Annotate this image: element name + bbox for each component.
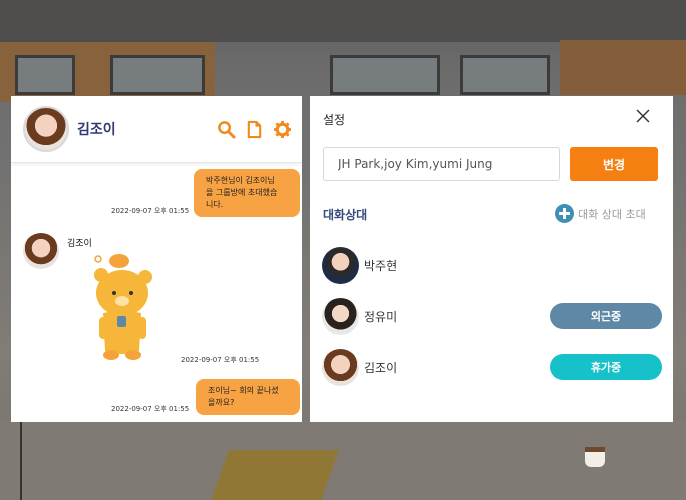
chat-window: 김조이 박주현님이 김조이님 을 그룹방에 초대했습 니다. 2022-09-0… xyxy=(11,96,302,422)
avatar xyxy=(322,246,359,284)
header-actions xyxy=(217,120,292,139)
message-text: 조이님~ 회의 끝나셨 xyxy=(208,386,279,395)
status-badge[interactable]: 휴가중 xyxy=(550,354,662,380)
sender-name: 김조이 xyxy=(67,239,92,249)
message-bubble: 조이님~ 회의 끝나셨 을까요? xyxy=(196,379,300,415)
chat-title: 김조이 xyxy=(77,122,116,138)
message-text: 박주현님이 김조이님 xyxy=(206,176,275,185)
message-bubble: 박주현님이 김조이님 을 그룹방에 초대했습 니다. xyxy=(194,169,300,217)
avatar xyxy=(322,297,359,335)
file-icon[interactable] xyxy=(245,120,264,139)
message-list[interactable]: 박주현님이 김조이님 을 그룹방에 초대했습 니다. 2022-09-07 오후… xyxy=(11,163,302,422)
settings-title: 설정 xyxy=(323,113,346,127)
member-row[interactable]: 박주현 xyxy=(322,246,662,284)
message-text: 을 그룹방에 초대했습 xyxy=(206,188,278,197)
gear-icon[interactable] xyxy=(273,120,292,139)
close-icon[interactable] xyxy=(635,108,651,124)
status-badge[interactable]: 외근중 xyxy=(550,303,662,329)
change-button[interactable]: 변경 xyxy=(570,147,658,181)
member-name: 김조이 xyxy=(364,360,398,375)
settings-panel: 설정 변경 대화상대 대화 상대 초대 박주현 정유미 외근중 김조이 휴가중 xyxy=(310,96,673,422)
section-label: 대화상대 xyxy=(323,208,368,222)
member-row[interactable]: 김조이 휴가중 xyxy=(322,348,662,386)
avatar[interactable] xyxy=(23,106,69,152)
plus-circle-icon xyxy=(555,204,574,223)
message-timestamp: 2022-09-07 오후 01:55 xyxy=(111,207,190,215)
coffee-cup xyxy=(585,447,605,467)
member-name: 정유미 xyxy=(364,309,398,324)
invite-button[interactable]: 대화 상대 초대 xyxy=(555,204,646,223)
member-row[interactable]: 정유미 외근중 xyxy=(322,297,662,335)
message-text: 을까요? xyxy=(208,398,235,407)
member-name: 박주현 xyxy=(364,258,398,273)
avatar[interactable] xyxy=(23,233,59,269)
search-icon[interactable] xyxy=(217,120,236,139)
message-timestamp: 2022-09-07 오후 01:55 xyxy=(181,356,260,364)
message-timestamp: 2022-09-07 오후 01:55 xyxy=(111,405,190,413)
chat-header: 김조이 xyxy=(11,96,302,163)
participants-input[interactable] xyxy=(323,147,560,181)
invite-label: 대화 상대 초대 xyxy=(578,207,646,221)
message-text: 니다. xyxy=(206,200,224,209)
avatar xyxy=(322,348,359,386)
bear-sticker xyxy=(94,254,152,360)
